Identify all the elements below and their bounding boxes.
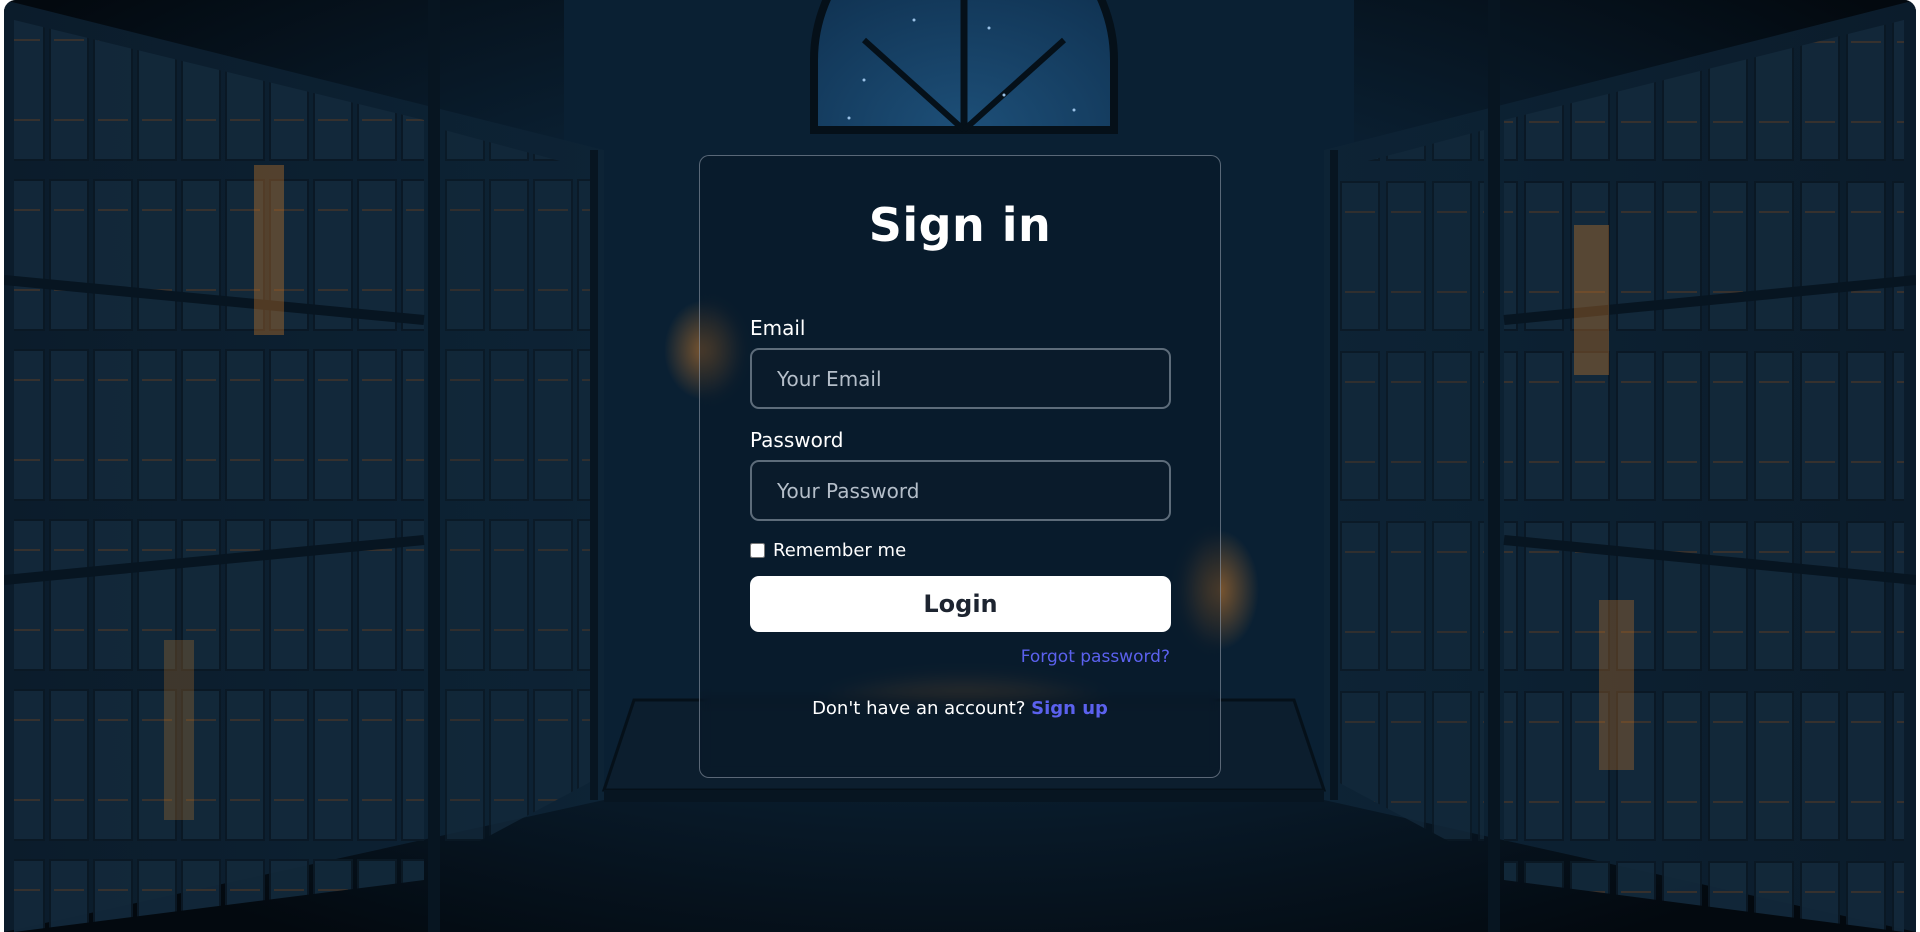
login-button[interactable]: Login bbox=[750, 576, 1171, 632]
password-input[interactable] bbox=[750, 460, 1171, 521]
login-card: Sign in Email Password Remember me Login… bbox=[699, 155, 1221, 778]
signup-row: Don't have an account? Sign up bbox=[700, 698, 1220, 720]
page-title: Sign in bbox=[868, 198, 1052, 252]
page-viewport: Sign in Email Password Remember me Login… bbox=[4, 0, 1916, 932]
email-label: Email bbox=[750, 316, 806, 340]
remember-me-row: Remember me bbox=[750, 540, 906, 562]
email-input[interactable] bbox=[750, 348, 1171, 409]
signup-prompt: Don't have an account? bbox=[812, 698, 1032, 719]
signup-link[interactable]: Sign up bbox=[1031, 698, 1108, 719]
password-label: Password bbox=[750, 428, 844, 452]
remember-me-label[interactable]: Remember me bbox=[773, 540, 906, 562]
forgot-password-link[interactable]: Forgot password? bbox=[1021, 647, 1170, 667]
remember-me-checkbox[interactable] bbox=[750, 543, 765, 559]
